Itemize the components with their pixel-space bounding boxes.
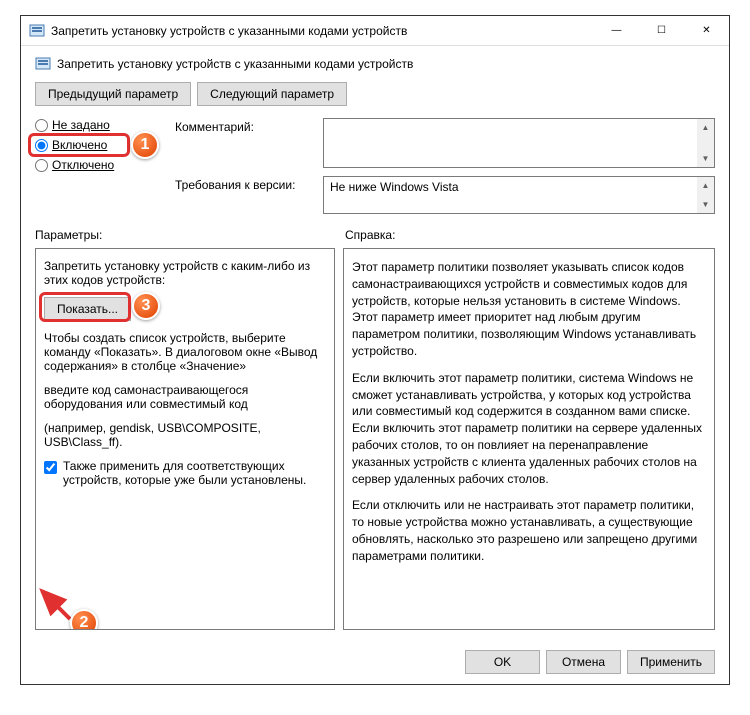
window-title: Запретить установку устройств с указанны… (51, 24, 594, 38)
policy-editor-window: Запретить установку устройств с указанны… (20, 15, 730, 685)
help-label: Справка: (345, 228, 715, 242)
show-button[interactable]: Показать... (44, 297, 131, 321)
radio-enabled-label[interactable]: Включено (52, 138, 107, 152)
help-p3: Если отключить или не настраивать этот п… (352, 497, 706, 564)
scroll-up-icon[interactable]: ▲ (697, 119, 714, 136)
param-desc-2: Чтобы создать список устройств, выберите… (44, 331, 326, 373)
annotation-badge-2: 2 (70, 609, 98, 630)
scroll-down-icon[interactable]: ▼ (697, 150, 714, 167)
param-desc-4: (например, gendisk, USB\COMPOSITE, USB\C… (44, 421, 326, 449)
requirements-label: Требования к версии: (175, 176, 323, 214)
titlebar: Запретить установку устройств с указанны… (21, 16, 729, 46)
cancel-button[interactable]: Отмена (546, 650, 621, 674)
help-p2: Если включить этот параметр политики, си… (352, 370, 706, 488)
apply-button[interactable]: Применить (627, 650, 715, 674)
comment-label: Комментарий: (175, 118, 323, 168)
scroll-up-icon[interactable]: ▲ (697, 177, 714, 194)
state-radio-group: Не задано Включено 1 Отключено (35, 118, 175, 214)
help-panel: Этот параметр политики позволяет указыва… (343, 248, 715, 630)
parameters-panel: Запретить установку устройств с каким-ли… (35, 248, 335, 630)
scrollbar[interactable]: ▲ ▼ (697, 119, 714, 167)
radio-disabled[interactable] (35, 159, 48, 172)
scroll-down-icon[interactable]: ▼ (697, 196, 714, 213)
minimize-button[interactable]: — (594, 16, 639, 45)
annotation-badge-1: 1 (131, 131, 159, 159)
radio-disabled-label[interactable]: Отключено (52, 158, 114, 172)
policy-icon (35, 56, 51, 72)
next-setting-button[interactable]: Следующий параметр (197, 82, 347, 106)
annotation-arrow-icon (35, 581, 74, 623)
help-p1: Этот параметр политики позволяет указыва… (352, 259, 706, 360)
parameters-label: Параметры: (35, 228, 345, 242)
close-button[interactable]: ✕ (684, 16, 729, 45)
param-desc-3: введите код самонастраивающегося оборудо… (44, 383, 326, 411)
app-icon (29, 23, 45, 39)
apply-existing-checkbox[interactable] (44, 461, 57, 474)
scrollbar[interactable]: ▲ ▼ (697, 177, 714, 213)
radio-enabled[interactable] (35, 139, 48, 152)
ok-button[interactable]: OK (465, 650, 540, 674)
requirements-text: Не ниже Windows Vista (330, 180, 459, 194)
dialog-footer: OK Отмена Применить (21, 640, 729, 684)
radio-not-configured-label[interactable]: Не задано (52, 118, 110, 132)
param-desc-1: Запретить установку устройств с каким-ли… (44, 259, 326, 287)
comment-input[interactable]: ▲ ▼ (323, 118, 715, 168)
prev-setting-button[interactable]: Предыдущий параметр (35, 82, 191, 106)
maximize-button[interactable]: ☐ (639, 16, 684, 45)
apply-existing-label[interactable]: Также применить для соответствующих устр… (63, 459, 326, 487)
annotation-badge-3: 3 (132, 292, 160, 320)
requirements-box: Не ниже Windows Vista ▲ ▼ (323, 176, 715, 214)
radio-not-configured[interactable] (35, 119, 48, 132)
policy-title: Запретить установку устройств с указанны… (57, 57, 413, 71)
policy-header: Запретить установку устройств с указанны… (35, 56, 715, 72)
